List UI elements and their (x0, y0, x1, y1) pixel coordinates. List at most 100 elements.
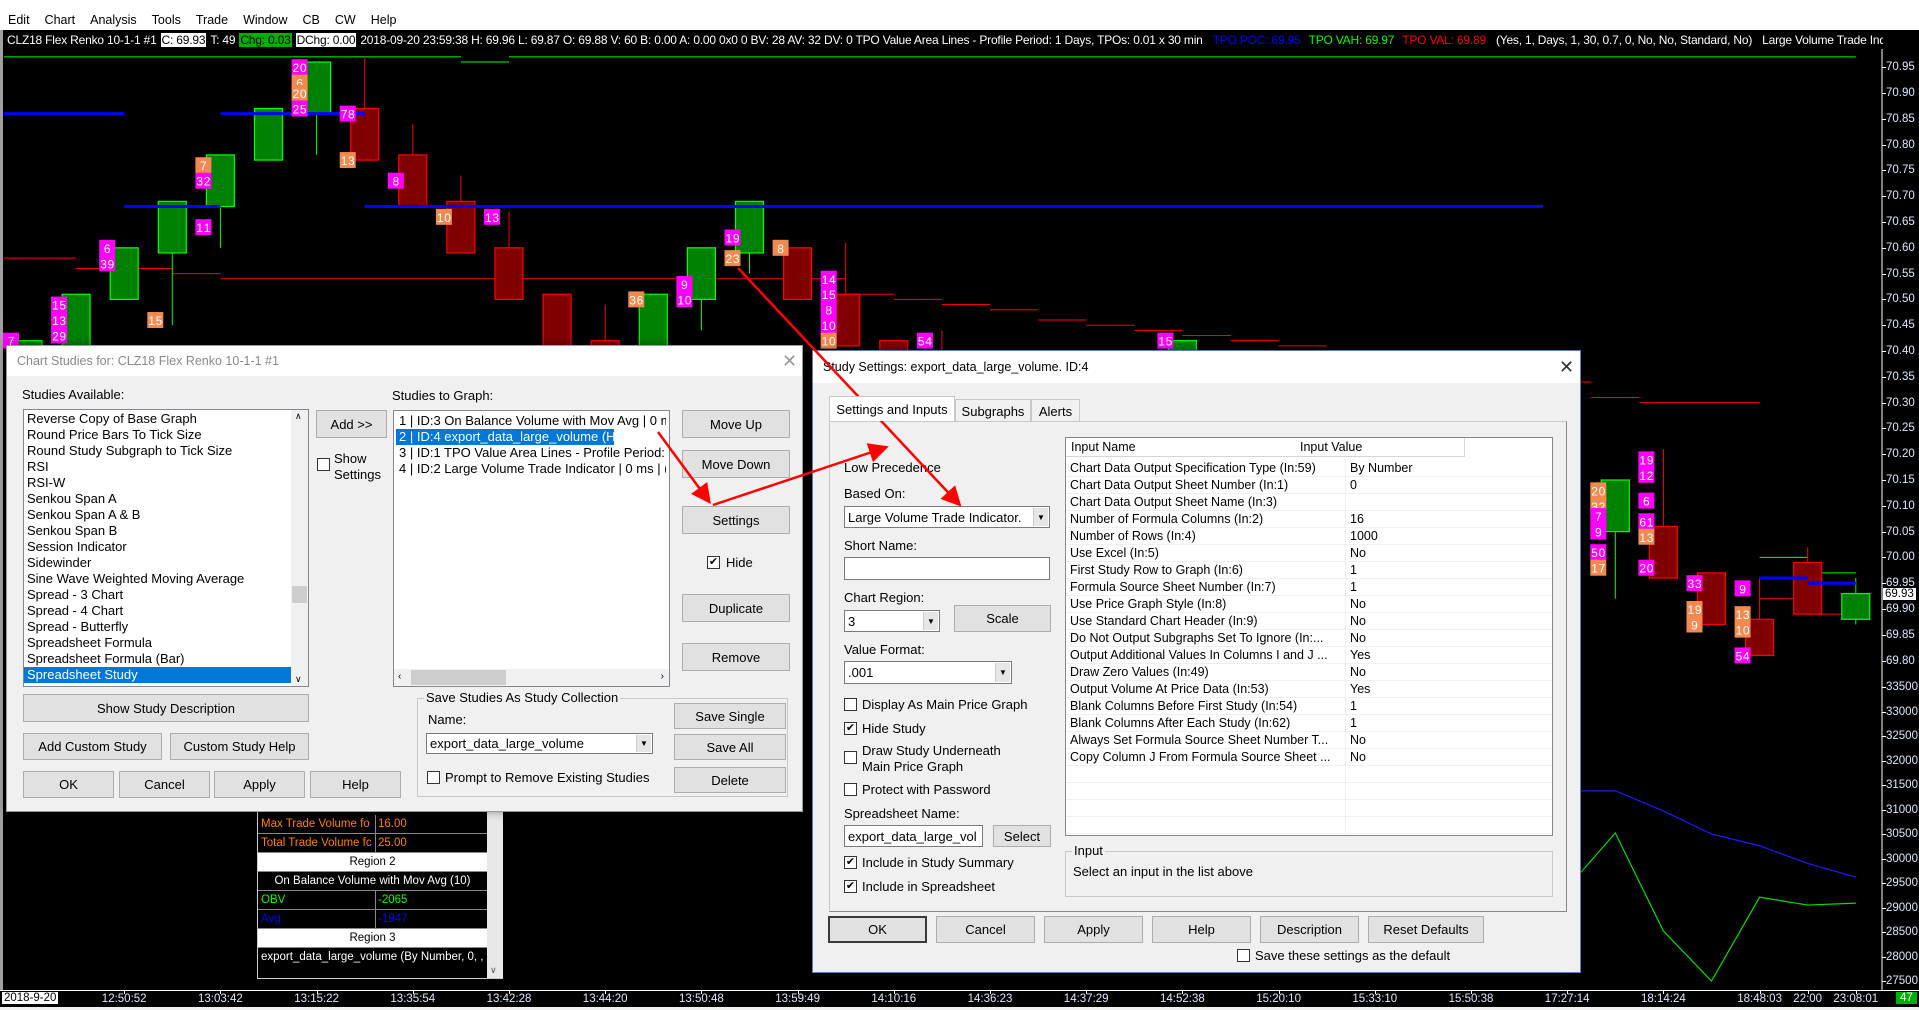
save-all-button[interactable]: Save All (674, 734, 786, 760)
input-row[interactable] (1066, 766, 1552, 783)
move-down-button[interactable]: Move Down (682, 450, 790, 478)
scroll-right-icon[interactable]: › (661, 671, 664, 682)
ok-button[interactable]: OK (23, 771, 114, 798)
menu-edit[interactable]: Edit (8, 13, 30, 27)
draw-underneath-checkbox[interactable] (844, 751, 857, 764)
input-row[interactable]: Use Excel (In:5) No (1066, 545, 1552, 562)
scroll-up-icon[interactable]: ∧ (295, 411, 302, 422)
protect-password-checkbox[interactable] (844, 783, 857, 796)
input-row[interactable]: Output Additional Values In Columns I an… (1066, 647, 1552, 664)
menu-tools[interactable]: Tools (152, 13, 181, 27)
input-row[interactable]: Blank Columns Before First Study (In:54)… (1066, 698, 1552, 715)
study-list-item[interactable]: Spread - 4 Chart (24, 603, 292, 619)
scroll-left-icon[interactable]: ‹ (398, 671, 401, 682)
study-list-item[interactable]: Senkou Span A (24, 491, 292, 507)
input-row[interactable] (1066, 800, 1552, 817)
input-row[interactable] (1066, 783, 1552, 800)
dropdown-arrow-icon[interactable]: ▼ (636, 735, 651, 752)
collection-name-combo[interactable]: export_data_large_volume ▼ (426, 733, 653, 754)
delete-button[interactable]: Delete (674, 767, 786, 793)
study-list-item[interactable]: Spread - Butterfly (24, 619, 292, 635)
hide-checkbox[interactable]: ✔ (707, 556, 720, 569)
study-list-item[interactable]: Session Indicator (24, 539, 292, 555)
studies-to-graph-hscrollbar[interactable]: ‹ › (394, 669, 669, 686)
display-main-price-graph-checkbox[interactable] (844, 698, 857, 711)
description-button[interactable]: Description (1260, 916, 1359, 943)
menu-cw[interactable]: CW (335, 13, 356, 27)
add-custom-study-button[interactable]: Add Custom Study (23, 733, 162, 760)
study-list-item[interactable]: Round Study Subgraph to Tick Size (24, 443, 292, 459)
dropdown-arrow-icon[interactable]: ▼ (995, 663, 1010, 682)
help-button[interactable]: Help (1152, 916, 1251, 943)
add-study-button[interactable]: Add >> (316, 410, 387, 438)
cancel-button[interactable]: Cancel (936, 916, 1035, 943)
menu-cb[interactable]: CB (303, 13, 320, 27)
input-row[interactable]: Always Set Formula Source Sheet Number T… (1066, 732, 1552, 749)
graph-study-item[interactable]: 2 | ID:4 export_data_large_volume (Hidde… (396, 429, 614, 445)
save-default-checkbox[interactable] (1237, 949, 1250, 962)
select-spreadsheet-button[interactable]: Select (993, 825, 1051, 847)
tab-alerts[interactable]: Alerts (1031, 399, 1080, 422)
menu-chart[interactable]: Chart (45, 13, 76, 27)
tab-settings-and-inputs[interactable]: Settings and Inputs (829, 396, 955, 421)
include-spreadsheet-checkbox[interactable]: ✔ (844, 880, 857, 893)
scale-button[interactable]: Scale (954, 605, 1051, 632)
apply-button[interactable]: Apply (214, 771, 305, 798)
scroll-thumb[interactable] (292, 586, 307, 603)
study-list-item[interactable]: Sidewinder (24, 555, 292, 571)
show-study-description-button[interactable]: Show Study Description (23, 694, 309, 722)
col-header-input-value[interactable]: Input Value (1295, 438, 1465, 457)
input-row[interactable]: Chart Data Output Specification Type (In… (1066, 460, 1552, 477)
dropdown-arrow-icon[interactable]: ▼ (923, 612, 938, 630)
input-row[interactable]: Copy Column J From Formula Source Sheet … (1066, 749, 1552, 766)
input-row[interactable]: Number of Rows (In:4) 1000 (1066, 528, 1552, 545)
cancel-button[interactable]: Cancel (119, 771, 210, 798)
scroll-down-icon[interactable]: ∨ (490, 965, 497, 976)
menu-trade[interactable]: Trade (196, 13, 228, 27)
menu-analysis[interactable]: Analysis (90, 13, 137, 27)
chart-region-combo[interactable]: 3 ▼ (844, 610, 940, 632)
input-row[interactable]: Chart Data Output Sheet Number (In:1) 0 (1066, 477, 1552, 494)
graph-study-item[interactable]: 3 | ID:1 TPO Value Area Lines - Profile … (396, 445, 666, 461)
input-row[interactable]: Number of Formula Columns (In:2) 16 (1066, 511, 1552, 528)
prompt-remove-checkbox[interactable] (427, 771, 440, 784)
include-study-summary-checkbox[interactable]: ✔ (844, 856, 857, 869)
input-row[interactable] (1066, 817, 1552, 834)
duplicate-button[interactable]: Duplicate (682, 594, 790, 622)
menu-window[interactable]: Window (243, 13, 287, 27)
save-single-button[interactable]: Save Single (674, 703, 786, 729)
study-list-item[interactable]: RSI (24, 459, 292, 475)
value-format-combo[interactable]: .001 ▼ (844, 661, 1012, 684)
input-row[interactable]: Use Standard Chart Header (In:9) No (1066, 613, 1552, 630)
data-window-scrollbar[interactable]: ∨ (487, 807, 503, 978)
input-row[interactable]: First Study Row to Graph (In:6) 1 (1066, 562, 1552, 579)
based-on-combo[interactable]: Large Volume Trade Indicator. ▼ (844, 506, 1050, 528)
scroll-down-icon[interactable]: ∨ (295, 674, 302, 685)
hide-study-checkbox[interactable]: ✔ (844, 722, 857, 735)
dropdown-arrow-icon[interactable]: ▼ (1033, 508, 1048, 526)
input-row[interactable]: Chart Data Output Sheet Name (In:3) (1066, 494, 1552, 511)
input-row[interactable]: Draw Zero Values (In:49) No (1066, 664, 1552, 681)
studies-available-scrollbar[interactable]: ∧ ∨ (291, 410, 308, 686)
close-icon[interactable]: ✕ (782, 352, 797, 370)
menu-help[interactable]: Help (371, 13, 397, 27)
study-list-item[interactable]: Round Price Bars To Tick Size (24, 427, 292, 443)
remove-button[interactable]: Remove (682, 643, 790, 671)
studies-available-list[interactable]: Reverse Copy of Base Graph Round Price Ba… (23, 409, 309, 687)
reset-defaults-button[interactable]: Reset Defaults (1368, 916, 1484, 943)
close-icon[interactable]: ✕ (1559, 358, 1574, 376)
graph-study-item[interactable]: 4 | ID:2 Large Volume Trade Indicator | … (396, 461, 666, 477)
study-list-item[interactable]: Spreadsheet Formula (24, 635, 292, 651)
study-list-item[interactable]: Senkou Span B (24, 523, 292, 539)
input-row[interactable]: Output Volume At Price Data (In:53) Yes (1066, 681, 1552, 698)
study-list-item[interactable]: Senkou Span A & B (24, 507, 292, 523)
study-list-item[interactable]: Spread - 3 Chart (24, 587, 292, 603)
col-header-input-name[interactable]: Input Name (1066, 438, 1296, 457)
study-list-item[interactable]: Spreadsheet Formula (Bar) (24, 651, 292, 667)
tab-subgraphs[interactable]: Subgraphs (955, 399, 1031, 422)
graph-study-item[interactable]: 1 | ID:3 On Balance Volume with Mov Avg … (396, 413, 666, 429)
help-button[interactable]: Help (310, 771, 401, 798)
input-row[interactable]: Do Not Output Subgraphs Set To Ignore (I… (1066, 630, 1552, 647)
study-list-item[interactable]: Reverse Copy of Base Graph (24, 411, 292, 427)
study-list-item[interactable]: Sine Wave Weighted Moving Average (24, 571, 292, 587)
